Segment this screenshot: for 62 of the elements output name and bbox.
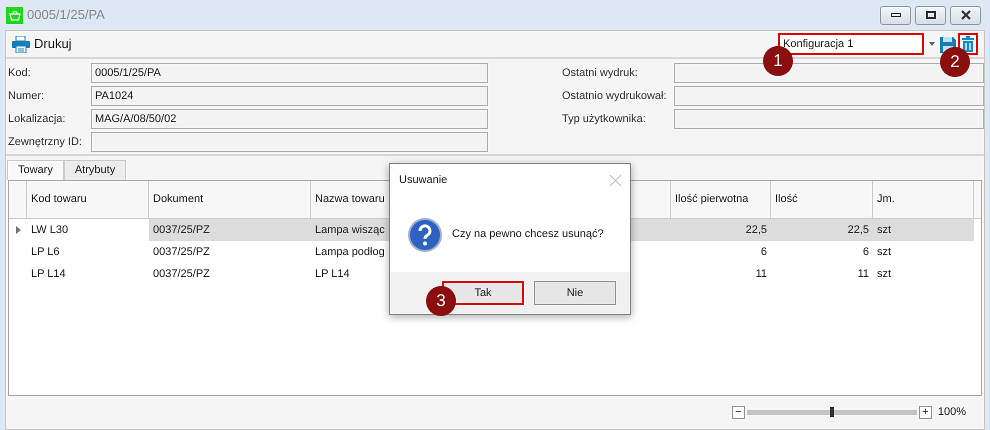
text-field[interactable]: PA1024 [91, 86, 488, 106]
table-cell-text: LP L6 [31, 244, 60, 260]
slider-thumb[interactable] [830, 407, 834, 417]
zoom-slider[interactable] [746, 410, 917, 415]
table-cell-text: 6 [862, 244, 869, 260]
dialog-message: Czy na pewno chcesz usunąć? [452, 227, 604, 242]
table-cell-text: 11 [756, 266, 767, 282]
configuration-field[interactable]: Konfiguracja 1 [778, 33, 924, 55]
zoom-reading: 100% [938, 405, 966, 420]
table-cell-text: Lampa wisząc [315, 222, 385, 238]
maximize-icon [926, 11, 936, 19]
question-icon [408, 218, 442, 252]
field-label: Numer: [8, 88, 46, 104]
print-button[interactable]: Drukuj [12, 34, 72, 54]
tab[interactable]: Towary [7, 160, 64, 180]
window-title: 0005/1/25/PA [27, 6, 105, 24]
table-cell-text: 0037/25/PZ [153, 222, 210, 238]
column-header: Nazwa towaru [315, 192, 385, 208]
table-cell-text: Lampa podłog [315, 244, 385, 260]
close-icon [960, 10, 972, 20]
table-cell-text: 6 [760, 244, 767, 260]
field-label: Ostatni wydruk: [562, 66, 639, 81]
table-cell-text: szt [877, 222, 892, 238]
zoom-out-button[interactable]: − [732, 406, 745, 419]
maximize-button[interactable] [915, 6, 946, 24]
field-label: Zewnętrzny ID: [8, 134, 83, 150]
table-cell-text: szt [877, 244, 892, 260]
text-field[interactable] [674, 109, 984, 129]
zoom-in-button[interactable]: + [918, 406, 932, 419]
table-cell-text: szt [877, 266, 892, 282]
minimize-button[interactable] [880, 6, 911, 24]
table-cell-text: LP L14 [315, 266, 350, 282]
table-cell-text: LP L14 [31, 266, 66, 282]
text-field[interactable]: 0005/1/25/PA [91, 63, 488, 83]
trash-icon [962, 36, 974, 52]
field-label: Lokalizacja: [8, 112, 66, 127]
dialog-button[interactable]: Nie [534, 281, 616, 305]
table-cell-text: LW L30 [31, 222, 68, 238]
table-cell-text: 11 [858, 266, 869, 282]
tab[interactable]: Atrybuty [64, 160, 126, 180]
text-field[interactable] [91, 132, 488, 152]
table-cell-text: 0037/25/PZ [153, 244, 210, 260]
table-cell-text: 0037/25/PZ [153, 266, 210, 282]
field-label: Ostatnio wydrukował: [562, 88, 668, 104]
column-header: Kod towaru [31, 192, 87, 208]
dialog-title: Usuwanie [399, 173, 448, 188]
basket-icon [6, 6, 23, 24]
field-label: Kod: [8, 66, 32, 81]
text-field[interactable] [674, 86, 984, 106]
dropdown-arrow-icon[interactable] [926, 40, 938, 48]
printer-icon [12, 36, 30, 52]
field-label: Typ użytkownika: [562, 112, 647, 127]
row-pointer-icon [16, 226, 20, 234]
table-cell-text: 22,5 [746, 222, 767, 238]
table-cell-text: 22,5 [848, 222, 869, 238]
text-field[interactable]: MAG/A/08/50/02 [91, 109, 488, 129]
column-header: Ilość pierwotna [675, 192, 748, 208]
column-header: Ilość [775, 192, 798, 208]
close-button[interactable] [950, 6, 981, 24]
minimize-icon [890, 13, 900, 17]
column-header: Dokument [153, 192, 204, 208]
column-header: Jm. [877, 192, 895, 208]
